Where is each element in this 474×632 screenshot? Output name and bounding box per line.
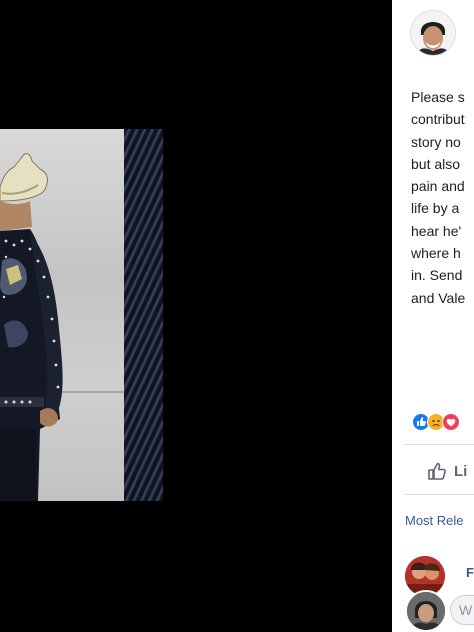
photo-curtain	[124, 129, 163, 501]
current-user-avatar-image	[407, 592, 445, 630]
post-text-line: story no	[411, 133, 461, 150]
post-text: Please s contribut story no but also pai…	[411, 86, 474, 309]
photo-viewer	[0, 0, 392, 632]
post-text-line: pain and	[411, 178, 465, 195]
photo-person-figure	[0, 153, 63, 501]
post-text-line: Please s	[411, 89, 465, 105]
post-text-line: in. Send	[411, 267, 463, 284]
post-sidebar: Please s contribut story no but also pai…	[392, 0, 474, 632]
current-user-avatar	[405, 590, 447, 632]
reactions-divider	[404, 444, 474, 445]
post-text-line: and Vale	[411, 289, 466, 306]
post-text-line: hear he'	[411, 222, 462, 239]
post-text-line: life by a	[411, 200, 460, 217]
post-text-line: where h	[411, 245, 461, 262]
post-photo[interactable]	[0, 129, 163, 501]
actions-divider	[404, 494, 474, 495]
post-text-line: but also	[411, 155, 461, 172]
commenter-name[interactable]: F	[466, 565, 474, 580]
thumbs-up-outline-icon	[428, 462, 446, 480]
like-button[interactable]: Li	[426, 458, 467, 484]
comment-input[interactable]: W	[450, 595, 474, 625]
like-button-label: Li	[454, 462, 468, 480]
comment-sort-dropdown[interactable]: Most Rele	[405, 513, 464, 528]
love-reaction-icon	[442, 413, 460, 431]
page-avatar[interactable]	[410, 10, 456, 56]
post-text-line: contribut	[411, 111, 465, 128]
heart-icon	[446, 418, 456, 427]
page-avatar-image	[411, 11, 455, 55]
